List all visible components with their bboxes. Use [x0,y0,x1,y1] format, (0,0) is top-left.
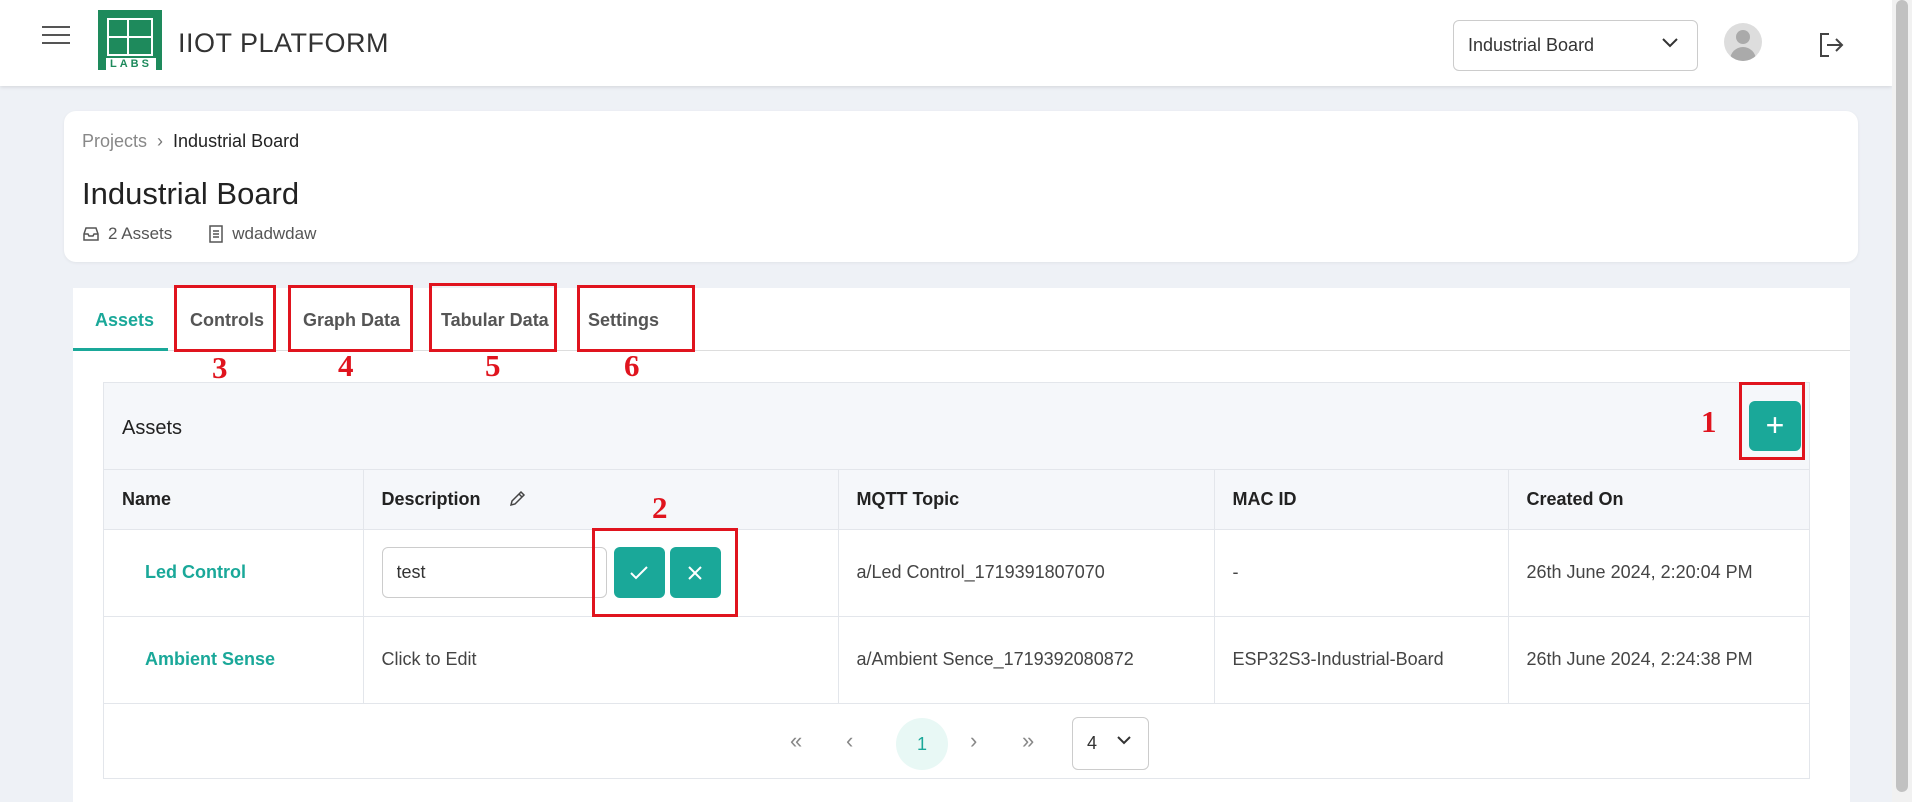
scrollbar[interactable] [1892,0,1912,802]
description-cell[interactable]: Click to Edit [363,616,839,704]
tab-assets[interactable]: Assets [95,310,154,331]
chevron-down-icon [1662,38,1678,48]
annotation-box-4 [288,285,413,352]
description-input[interactable] [381,547,607,598]
page-number-current[interactable]: 1 [896,718,948,770]
annotation-number-2: 2 [652,490,668,525]
table-row: Ambient Sense Click to Edit a/Ambient Se… [104,616,1809,704]
annotation-number-5: 5 [485,348,501,383]
next-page-button[interactable]: › [970,728,977,754]
annotation-number-3: 3 [212,350,228,385]
project-meta: 2 Assets wdadwdaw [82,224,352,244]
assets-count: 2 Assets [108,224,173,243]
column-mqtt-topic: MQTT Topic [838,470,1215,530]
page-size-value: 4 [1087,733,1098,753]
annotation-number-1: 1 [1701,404,1717,439]
column-mac-id: MAC ID [1214,470,1509,530]
annotation-box-5 [429,283,557,352]
breadcrumb: Projects › Industrial Board [82,131,299,152]
annotation-box-6 [577,285,695,352]
menu-icon[interactable] [42,26,70,48]
breadcrumb-projects[interactable]: Projects [82,131,147,151]
mac-id-cell: ESP32S3-Industrial-Board [1214,616,1509,704]
asset-name-link[interactable]: Led Control [104,529,364,617]
column-description-label: Description [381,488,481,509]
breadcrumb-current: Industrial Board [173,131,300,151]
top-bar: LABS IIOT PLATFORM Industrial Board [0,0,1892,86]
project-description: wdadwdaw [232,224,317,243]
mqtt-topic-cell: a/Ambient Sence_1719392080872 [838,616,1215,704]
mqtt-topic-cell: a/Led Control_1719391807070 [838,529,1215,617]
created-on-cell: 26th June 2024, 2:20:04 PM [1508,529,1809,617]
assets-section: Assets + Name Description MQTT Topic MAC… [103,382,1810,779]
main-panel: Assets Controls Graph Data Tabular Data … [73,283,1850,802]
asset-name-link[interactable]: Ambient Sense [104,616,364,704]
project-header-card: Projects › Industrial Board Industrial Boa… [64,111,1858,262]
prev-page-button[interactable]: ‹ [846,728,853,754]
mac-id-cell: - [1214,529,1509,617]
breadcrumb-separator-icon: › [157,131,164,151]
active-tab-indicator [73,348,168,351]
annotation-box-2 [592,528,738,617]
pagination: « ‹ 1 › » 4 [104,704,1809,779]
project-select-value: Industrial Board [1468,35,1595,55]
project-select[interactable]: Industrial Board [1453,20,1698,71]
column-created-on: Created On [1508,470,1809,530]
annotation-number-6: 6 [624,348,640,383]
annotation-box-3 [174,285,276,352]
logout-icon[interactable] [1816,30,1846,60]
annotation-number-4: 4 [338,348,354,383]
last-page-button[interactable]: » [1022,728,1034,754]
brand-title: IIOT PLATFORM [178,28,390,58]
inbox-icon [83,227,99,241]
page-title: Industrial Board [82,176,300,211]
column-name: Name [104,470,364,530]
first-page-button[interactable]: « [790,728,802,754]
created-on-cell: 26th June 2024, 2:24:38 PM [1508,616,1809,704]
assets-table: Name Description MQTT Topic MAC ID Creat… [104,470,1809,704]
document-icon [209,225,224,243]
pencil-icon[interactable] [508,490,526,508]
table-row: Led Control a/Led Control_1719391 [104,529,1809,617]
assets-title: Assets [122,417,183,439]
page-size-select[interactable]: 4 [1072,717,1149,770]
column-description: Description [363,470,839,530]
table-header-row: Name Description MQTT Topic MAC ID Creat… [104,470,1809,530]
chevron-down-icon [1117,736,1131,745]
avatar[interactable] [1724,23,1762,61]
annotation-box-1 [1739,382,1805,460]
assets-header: Assets + [104,383,1809,470]
logo-text: LABS [106,58,156,70]
